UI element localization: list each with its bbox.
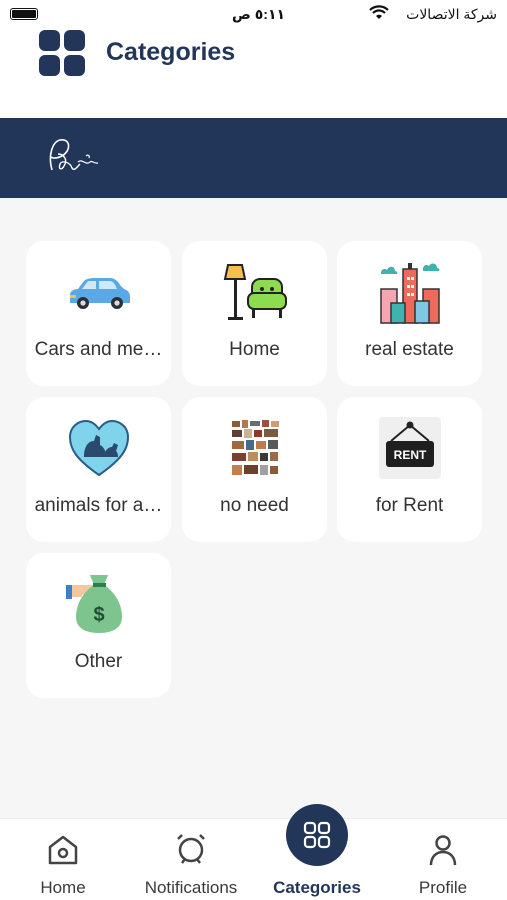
signature-logo-icon [49, 139, 99, 171]
category-card-other[interactable]: $ Other [26, 553, 171, 698]
category-label: no need [220, 495, 289, 516]
tab-label: Categories [273, 878, 361, 897]
bottom-tab-bar: Home Notifications Categories Profile [0, 818, 507, 900]
categories-fab-button[interactable] [286, 804, 348, 866]
banner [0, 118, 507, 198]
furniture-collage-icon [230, 419, 280, 477]
tab-label: Profile [418, 878, 468, 897]
tab-home[interactable]: Home [0, 819, 126, 900]
battery-icon [10, 8, 38, 20]
category-card-cars[interactable]: Cars and me… [26, 241, 171, 386]
pet-heart-icon [68, 419, 130, 477]
category-label: real estate [365, 339, 454, 360]
carrier-name: شركة الاتصالات [406, 6, 497, 22]
tab-label: Home [40, 878, 86, 897]
tab-notifications[interactable]: Notifications [128, 819, 254, 900]
profile-icon [429, 835, 457, 866]
car-icon [70, 278, 130, 309]
wifi-icon [369, 5, 389, 19]
app-header: Categories [0, 30, 507, 118]
category-label: Home [229, 339, 280, 360]
category-card-real-estate[interactable]: real estate [337, 241, 482, 386]
svg-text:$: $ [93, 604, 104, 626]
category-card-for-rent[interactable]: RENT for Rent [337, 397, 482, 542]
tab-profile[interactable]: Profile [380, 819, 506, 900]
money-bag-icon: $ [66, 575, 122, 633]
category-label: for Rent [375, 495, 444, 516]
category-label: Cars and me… [34, 339, 163, 360]
page-title: Categories [106, 38, 236, 66]
status-bar: ٥:١١ ص شركة الاتصالات [0, 0, 507, 30]
notifications-icon [177, 834, 205, 864]
status-time: ٥:١١ ص [232, 6, 286, 22]
category-card-home[interactable]: Home [182, 241, 327, 386]
category-grid-icon [39, 30, 87, 78]
category-card-animals[interactable]: animals for a… [26, 397, 171, 542]
buildings-icon [380, 263, 440, 324]
svg-text:RENT: RENT [394, 448, 427, 462]
category-label: Other [74, 651, 123, 672]
category-card-no-need[interactable]: no need [182, 397, 327, 542]
lamp-sofa-icon [223, 264, 287, 320]
category-label: animals for a… [34, 495, 163, 516]
home-icon [48, 835, 78, 865]
tab-label: Notifications [144, 878, 238, 897]
rent-sign-icon: RENT [379, 417, 441, 479]
categories-icon [303, 821, 331, 849]
